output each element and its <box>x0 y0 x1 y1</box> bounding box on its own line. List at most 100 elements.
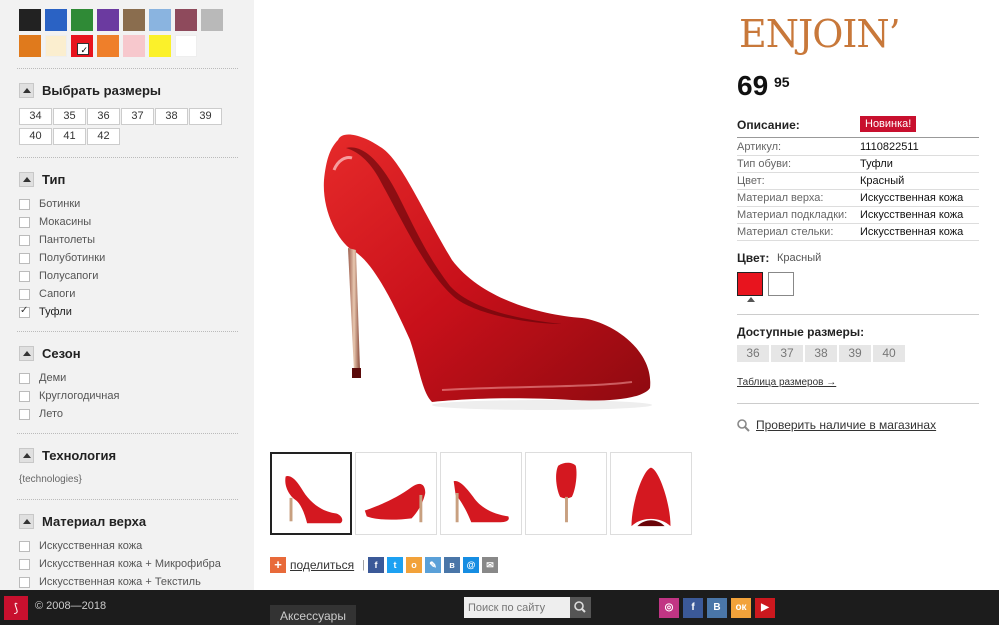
site-search-input[interactable] <box>464 597 570 618</box>
checkbox[interactable] <box>19 558 30 570</box>
color-swatch[interactable] <box>71 9 93 31</box>
facebook-icon[interactable]: f <box>368 557 384 573</box>
collapse-toggle-icon[interactable] <box>19 82 34 98</box>
odnoklassniki-icon[interactable]: o <box>406 557 422 573</box>
season-option[interactable]: Лето <box>19 407 63 421</box>
checkbox[interactable] <box>19 234 30 246</box>
product-thumbnail[interactable] <box>355 452 437 535</box>
price-cents: 95 <box>774 74 790 90</box>
type-filter-header[interactable]: Тип <box>19 171 65 187</box>
checkbox[interactable] <box>19 305 30 318</box>
size-option[interactable]: 40 <box>19 128 52 145</box>
instagram-icon[interactable]: ◎ <box>659 598 679 618</box>
odnoklassniki-icon[interactable]: ок <box>731 598 751 618</box>
material-filter-header[interactable]: Материал верха <box>19 513 146 529</box>
facebook-icon[interactable]: f <box>683 598 703 618</box>
product-main-image[interactable] <box>282 100 682 420</box>
size-option[interactable]: 37 <box>121 108 154 125</box>
checkbox[interactable] <box>19 216 30 228</box>
accessories-tab[interactable]: Аксессуары <box>270 605 356 625</box>
site-logo-icon[interactable]: ⟆ <box>4 596 28 620</box>
material-option[interactable]: Искусственная кожа + Текстиль <box>19 575 201 589</box>
email-icon[interactable]: ✉ <box>482 557 498 573</box>
color-swatch[interactable] <box>149 9 171 31</box>
season-option[interactable]: Круглогодичная <box>19 389 119 403</box>
color-swatch[interactable] <box>97 35 119 57</box>
product-thumbnail[interactable] <box>440 452 522 535</box>
color-swatch[interactable] <box>71 35 93 57</box>
checkbox[interactable] <box>19 372 30 384</box>
checkbox[interactable] <box>19 252 30 264</box>
divider <box>17 499 238 500</box>
type-option[interactable]: Полуботинки <box>19 251 105 265</box>
season-filter-header[interactable]: Сезон <box>19 345 81 361</box>
collapse-toggle-icon[interactable] <box>19 171 34 187</box>
checkbox[interactable] <box>19 576 30 588</box>
size-option[interactable]: 36 <box>87 108 120 125</box>
sizes-filter-header[interactable]: Выбрать размеры <box>19 82 161 98</box>
color-swatch[interactable] <box>97 9 119 31</box>
share-link[interactable]: поделиться <box>290 558 354 572</box>
check-store-availability[interactable]: Проверить наличие в магазинах <box>737 418 936 432</box>
season-option[interactable]: Деми <box>19 371 66 385</box>
available-size-option[interactable]: 36 <box>737 345 769 362</box>
color-swatch[interactable] <box>175 9 197 31</box>
material-option[interactable]: Искусственная кожа + Микрофибра <box>19 557 221 571</box>
type-option[interactable]: Пантолеты <box>19 233 95 247</box>
type-filter-title: Тип <box>42 171 66 187</box>
color-swatch[interactable] <box>123 9 145 31</box>
product-thumbnail[interactable] <box>525 452 607 535</box>
size-option[interactable]: 34 <box>19 108 52 125</box>
type-option[interactable]: Полусапоги <box>19 269 98 283</box>
color-swatch[interactable] <box>19 9 41 31</box>
vkontakte-icon[interactable]: в <box>444 557 460 573</box>
twitter-icon[interactable]: t <box>387 557 403 573</box>
share-plus-icon[interactable]: + <box>270 557 286 573</box>
color-swatch[interactable] <box>201 9 223 31</box>
product-thumbnail[interactable] <box>270 452 352 535</box>
size-option[interactable]: 41 <box>53 128 86 145</box>
checkbox[interactable] <box>19 390 30 402</box>
checkbox[interactable] <box>19 408 30 420</box>
size-option[interactable]: 39 <box>189 108 222 125</box>
available-size-option[interactable]: 37 <box>771 345 803 362</box>
vkontakte-icon[interactable]: В <box>707 598 727 618</box>
type-option[interactable]: Туфли <box>19 305 72 319</box>
material-option[interactable]: Искусственная кожа <box>19 539 142 553</box>
type-option[interactable]: Сапоги <box>19 287 75 301</box>
type-option[interactable]: Ботинки <box>19 197 80 211</box>
mailru-icon[interactable]: @ <box>463 557 479 573</box>
available-size-option[interactable]: 38 <box>805 345 837 362</box>
attribute-key: Материал стельки: <box>737 226 834 238</box>
technology-filter-header[interactable]: Технология <box>19 447 116 463</box>
size-option[interactable]: 42 <box>87 128 120 145</box>
product-color-option[interactable] <box>737 272 763 302</box>
site-search-button[interactable] <box>570 597 591 618</box>
color-swatch[interactable] <box>123 35 145 57</box>
size-option[interactable]: 38 <box>155 108 188 125</box>
youtube-icon[interactable]: ▶ <box>755 598 775 618</box>
checkbox[interactable] <box>19 270 30 282</box>
size-option[interactable]: 35 <box>53 108 86 125</box>
checkbox[interactable] <box>19 198 30 210</box>
color-swatch[interactable] <box>19 35 41 57</box>
available-size-option[interactable]: 39 <box>839 345 871 362</box>
color-swatch[interactable] <box>45 35 67 57</box>
collapse-toggle-icon[interactable] <box>19 447 34 463</box>
available-size-option[interactable]: 40 <box>873 345 905 362</box>
color-swatch[interactable] <box>45 9 67 31</box>
checkbox[interactable] <box>19 288 30 300</box>
collapse-toggle-icon[interactable] <box>19 345 34 361</box>
season-option-label: Круглогодичная <box>39 390 120 402</box>
size-table-link[interactable]: Таблица размеров → <box>737 377 836 388</box>
product-color-option[interactable] <box>768 272 794 296</box>
search-icon <box>574 601 586 613</box>
checkbox[interactable] <box>19 540 30 552</box>
color-swatch[interactable] <box>175 35 197 57</box>
color-swatch[interactable] <box>149 35 171 57</box>
check-store-link[interactable]: Проверить наличие в магазинах <box>756 418 936 432</box>
livejournal-icon[interactable]: ✎ <box>425 557 441 573</box>
collapse-toggle-icon[interactable] <box>19 513 34 529</box>
type-option[interactable]: Мокасины <box>19 215 91 229</box>
product-thumbnail[interactable] <box>610 452 692 535</box>
